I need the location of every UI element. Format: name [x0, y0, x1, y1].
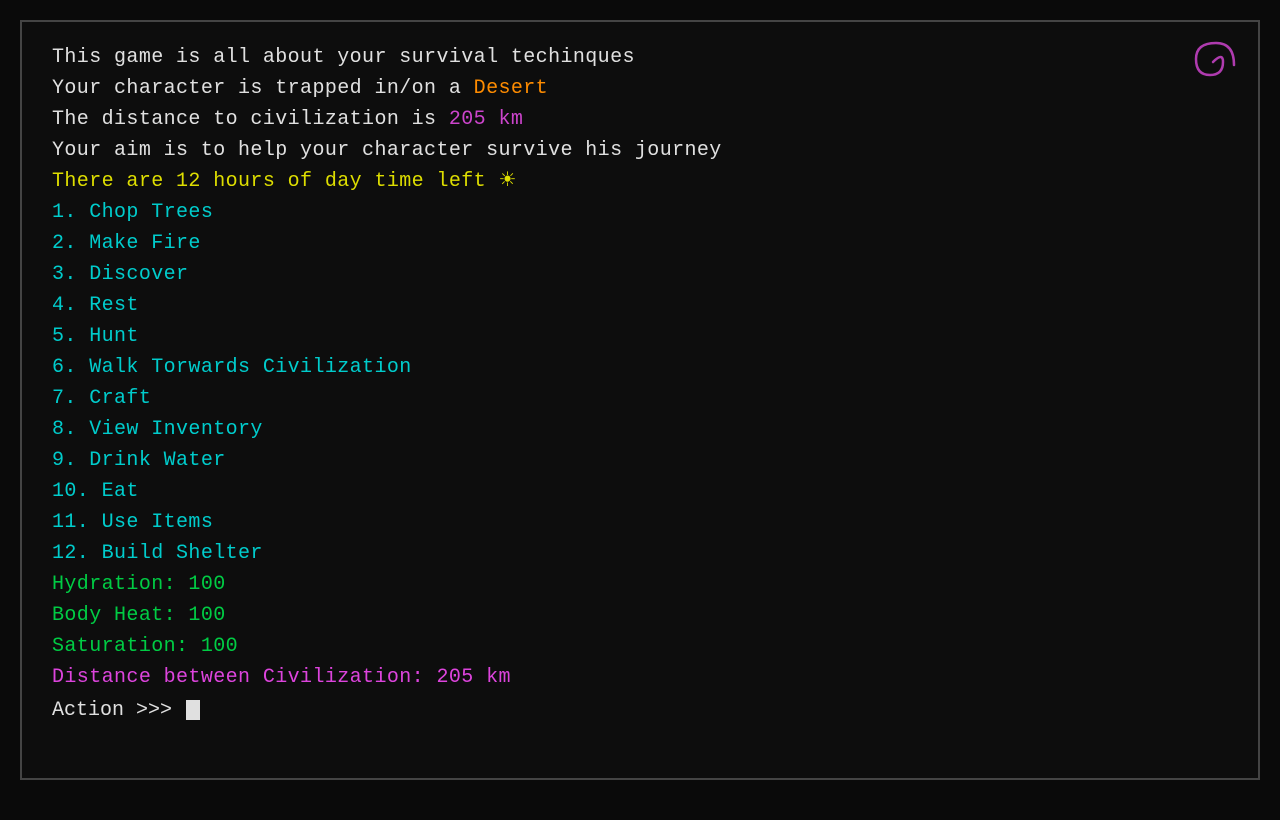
distance-text: 205 km	[449, 108, 523, 131]
daytime-text: There are 12 hours of day time left	[52, 170, 498, 193]
stat-body-heat: Body Heat: 100	[52, 600, 1228, 631]
stat-saturation: Saturation: 100	[52, 631, 1228, 662]
menu-item-7[interactable]: 7. Craft	[52, 383, 1228, 414]
intro-line2: Your character is trapped in/on a Desert	[52, 73, 1228, 104]
menu-item-5[interactable]: 5. Hunt	[52, 321, 1228, 352]
spiral-logo	[1188, 37, 1238, 87]
cursor-blink	[186, 700, 200, 720]
intro-text2-prefix: Your character is trapped in/on a	[52, 77, 474, 100]
menu-item-6[interactable]: 6. Walk Torwards Civilization	[52, 352, 1228, 383]
menu-item-1[interactable]: 1. Chop Trees	[52, 197, 1228, 228]
daytime-line: There are 12 hours of day time left ☀	[52, 166, 1228, 197]
menu-item-9[interactable]: 9. Drink Water	[52, 445, 1228, 476]
menu-item-12[interactable]: 12. Build Shelter	[52, 538, 1228, 569]
distance-civilization: Distance between Civilization: 205 km	[52, 662, 1228, 693]
terminal-window: This game is all about your survival tec…	[20, 20, 1260, 780]
action-prompt-line[interactable]: Action >>>	[52, 695, 1228, 726]
intro-line1: This game is all about your survival tec…	[52, 42, 1228, 73]
intro-text4: Your aim is to help your character survi…	[52, 139, 722, 162]
intro-line3: The distance to civilization is 205 km	[52, 104, 1228, 135]
intro-line4: Your aim is to help your character survi…	[52, 135, 1228, 166]
intro-text3-prefix: The distance to civilization is	[52, 108, 449, 131]
intro-text1: This game is all about your survival tec…	[52, 46, 635, 69]
stat-hydration: Hydration: 100	[52, 569, 1228, 600]
menu-item-11[interactable]: 11. Use Items	[52, 507, 1228, 538]
sun-icon: ☀	[498, 170, 516, 193]
menu-item-10[interactable]: 10. Eat	[52, 476, 1228, 507]
menu-item-8[interactable]: 8. View Inventory	[52, 414, 1228, 445]
menu-item-3[interactable]: 3. Discover	[52, 259, 1228, 290]
action-prompt-text: Action >>>	[52, 699, 184, 722]
location-text: Desert	[474, 77, 548, 100]
menu-item-4[interactable]: 4. Rest	[52, 290, 1228, 321]
menu-item-2[interactable]: 2. Make Fire	[52, 228, 1228, 259]
